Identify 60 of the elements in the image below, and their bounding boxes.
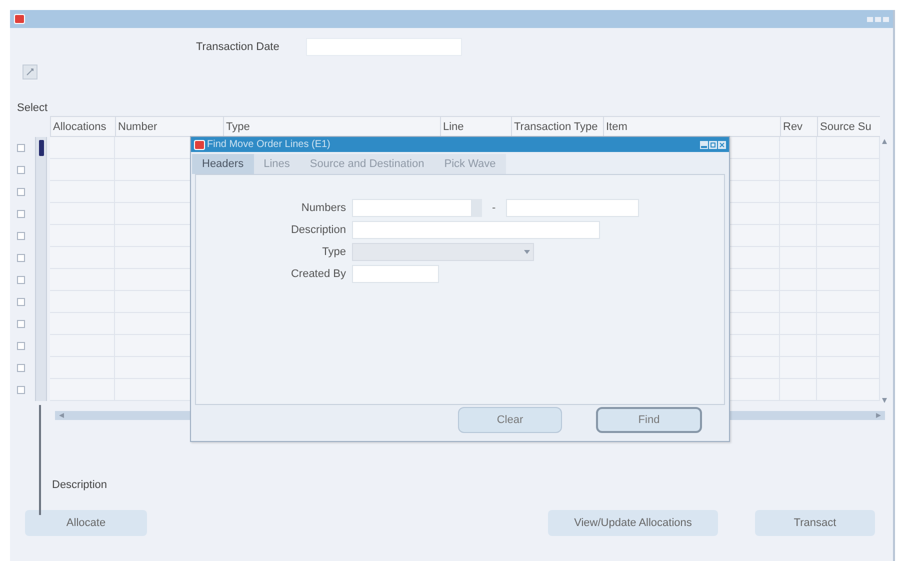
left-arrow-icon bbox=[59, 413, 64, 418]
action-button[interactable]: View/Update Allocations bbox=[548, 510, 718, 536]
window-controls-icon bbox=[867, 16, 889, 22]
document-icon bbox=[22, 64, 38, 80]
field-label: Transaction Date bbox=[196, 41, 280, 53]
down-arrow-icon bbox=[882, 398, 886, 403]
checkbox[interactable] bbox=[17, 144, 25, 152]
table-cell[interactable] bbox=[50, 137, 115, 159]
checkbox[interactable] bbox=[17, 364, 25, 372]
checkbox[interactable] bbox=[17, 254, 25, 262]
app-icon bbox=[194, 140, 205, 150]
range-separator: - bbox=[492, 202, 496, 214]
list-button[interactable] bbox=[472, 199, 482, 217]
tab[interactable]: Lines bbox=[254, 154, 300, 174]
dropdown[interactable] bbox=[352, 243, 534, 261]
table-cell[interactable] bbox=[780, 137, 817, 159]
checkbox[interactable] bbox=[17, 342, 25, 350]
action-button[interactable]: Allocate bbox=[25, 510, 147, 536]
input-field[interactable] bbox=[506, 199, 639, 217]
right-arrow-icon bbox=[876, 413, 881, 418]
field-label: Created By bbox=[290, 268, 347, 280]
dialog-title: Find Move Order Lines (E1) bbox=[207, 139, 332, 150]
checkbox[interactable] bbox=[17, 210, 25, 218]
column-header: Allocations bbox=[50, 116, 115, 137]
column-header: Transaction Type bbox=[511, 116, 603, 137]
tab[interactable]: Headers bbox=[192, 154, 254, 174]
caret-icon bbox=[524, 250, 530, 254]
checkbox[interactable] bbox=[17, 232, 25, 240]
input-field[interactable] bbox=[352, 199, 472, 217]
field-label: Description bbox=[52, 479, 108, 491]
field-label: Type bbox=[321, 246, 347, 258]
checkbox[interactable] bbox=[17, 276, 25, 284]
checkbox[interactable] bbox=[17, 188, 25, 196]
table-cell[interactable] bbox=[817, 137, 880, 159]
column-header: Type bbox=[223, 116, 440, 137]
column-header: Source Su bbox=[817, 116, 880, 137]
app-icon bbox=[14, 14, 25, 24]
input-field[interactable] bbox=[352, 221, 600, 239]
input-field[interactable] bbox=[352, 265, 439, 283]
action-button[interactable]: Transact bbox=[755, 510, 875, 536]
column-header: Item bbox=[603, 116, 780, 137]
checkbox[interactable] bbox=[17, 298, 25, 306]
vertical-scrollbar[interactable] bbox=[880, 139, 888, 403]
date-field[interactable] bbox=[306, 38, 462, 56]
column-label: Select bbox=[17, 102, 49, 114]
column-header: Rev bbox=[780, 116, 817, 137]
row-selector[interactable] bbox=[35, 137, 47, 159]
window-controls-icon bbox=[700, 140, 726, 148]
action-button[interactable]: Find bbox=[596, 407, 702, 433]
checkbox[interactable] bbox=[17, 166, 25, 174]
tab[interactable]: Source and Destination bbox=[300, 154, 434, 174]
checkbox[interactable] bbox=[17, 386, 25, 394]
column-header: Line bbox=[440, 116, 511, 137]
tab[interactable]: Pick Wave bbox=[434, 154, 506, 174]
checkbox[interactable] bbox=[17, 320, 25, 328]
column-header: Number bbox=[115, 116, 223, 137]
up-arrow-icon bbox=[882, 139, 886, 144]
field-label: Description bbox=[290, 224, 347, 236]
field-label: Numbers bbox=[300, 202, 347, 214]
action-button[interactable]: Clear bbox=[458, 407, 562, 433]
